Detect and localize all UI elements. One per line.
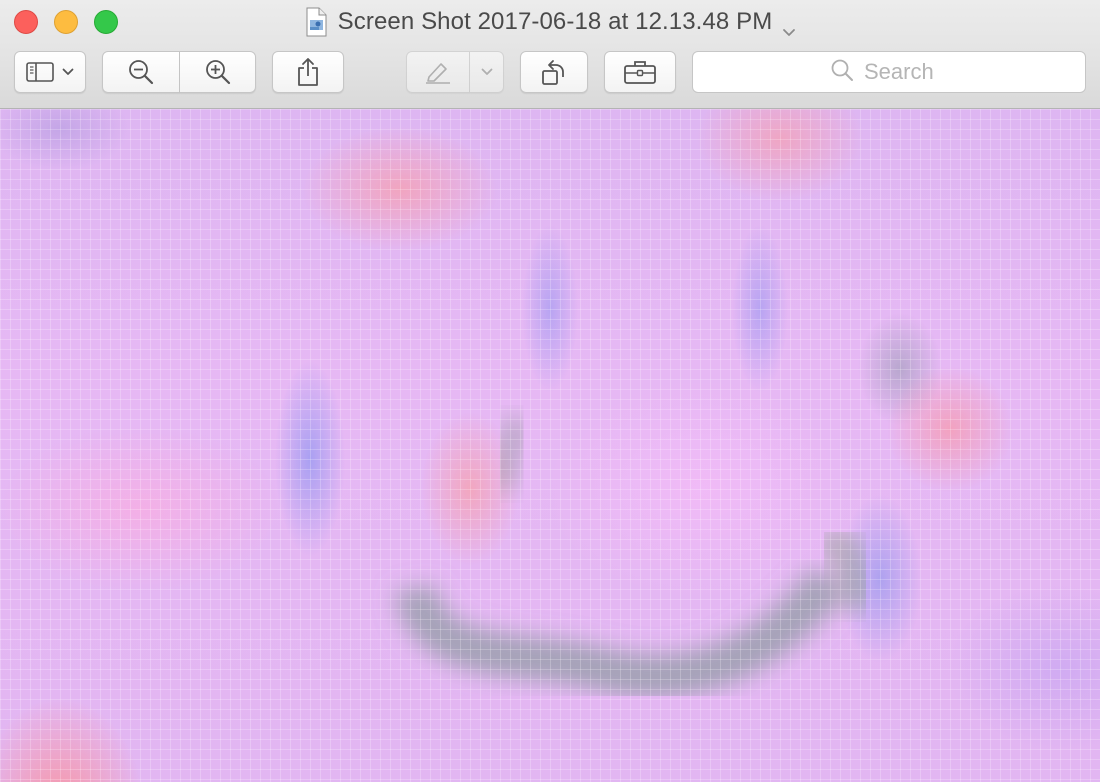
- chevron-down-icon: [481, 68, 493, 76]
- markup-pen-button[interactable]: [406, 51, 470, 93]
- chevron-down-icon: [62, 68, 74, 76]
- sidebar-toggle-button[interactable]: [14, 51, 86, 93]
- pen-icon: [423, 59, 453, 85]
- preview-window: Screen Shot 2017-06-18 at 12.13.48 PM: [0, 0, 1100, 782]
- sidebar-icon: [26, 61, 56, 83]
- pixelated-image: [0, 109, 1100, 782]
- markup-toolbox-button[interactable]: [604, 51, 676, 93]
- chevron-down-icon[interactable]: [782, 18, 796, 36]
- zoom-out-icon: [127, 58, 155, 86]
- search-icon: [830, 58, 854, 87]
- share-icon: [296, 57, 320, 87]
- pixel-grid-overlay: [0, 109, 1100, 782]
- zoom-in-button[interactable]: [180, 51, 256, 93]
- rotate-button[interactable]: [520, 51, 588, 93]
- zoom-out-button[interactable]: [102, 51, 180, 93]
- toolbox-icon: [623, 59, 657, 85]
- search-input[interactable]: [864, 59, 948, 85]
- rotate-left-icon: [539, 57, 569, 87]
- window-title: Screen Shot 2017-06-18 at 12.13.48 PM: [337, 8, 773, 35]
- markup-pen-dropdown[interactable]: [470, 51, 504, 93]
- title-toolbar: Screen Shot 2017-06-18 at 12.13.48 PM: [0, 0, 1100, 109]
- zoom-in-icon: [204, 58, 232, 86]
- window-title-bar: Screen Shot 2017-06-18 at 12.13.48 PM: [0, 6, 1100, 38]
- share-button[interactable]: [272, 51, 344, 93]
- document-icon: [304, 7, 328, 37]
- search-field[interactable]: [692, 51, 1086, 93]
